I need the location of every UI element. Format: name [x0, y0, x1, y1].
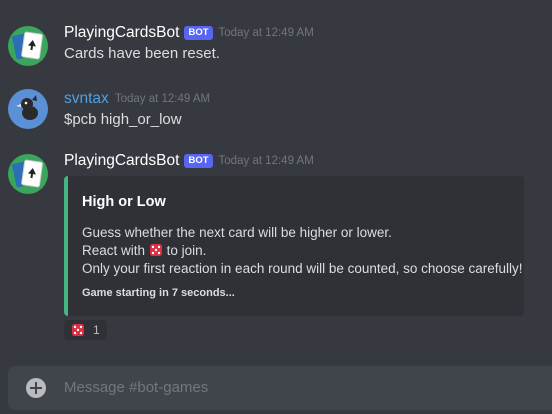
message-text: Cards have been reset. — [64, 45, 220, 62]
author-name[interactable]: svntax — [64, 90, 109, 107]
message-input[interactable]: Message #bot-games — [64, 379, 208, 396]
playing-cards-icon — [12, 159, 43, 188]
timestamp: Today at 12:49 AM — [218, 155, 314, 167]
bird-icon — [16, 95, 38, 120]
embed-line: React with to join. — [82, 243, 207, 258]
playing-cards-icon — [12, 31, 43, 60]
user-avatar[interactable] — [8, 89, 48, 129]
embed-title: High or Low — [82, 194, 166, 210]
reaction-button[interactable]: 1 — [64, 320, 107, 340]
embed-line: Guess whether the next card will be high… — [82, 225, 392, 240]
author-name[interactable]: PlayingCardsBot — [64, 152, 179, 169]
message-text: $pcb high_or_low — [64, 111, 182, 128]
timestamp: Today at 12:49 AM — [218, 27, 314, 39]
embed-line: Only your first reaction in each round w… — [82, 261, 523, 276]
game-embed: High or Low Guess whether the next card … — [64, 176, 524, 316]
bot-avatar[interactable] — [8, 26, 48, 66]
embed-footer: Game starting in 7 seconds... — [82, 287, 235, 299]
game-die-icon — [72, 324, 84, 336]
add-attachment-icon[interactable] — [26, 378, 46, 398]
bot-avatar[interactable] — [8, 154, 48, 194]
bot-badge: BOT — [184, 154, 213, 168]
reaction-count: 1 — [93, 323, 100, 337]
timestamp: Today at 12:49 AM — [114, 93, 211, 105]
message-composer[interactable]: Message #bot-games — [8, 366, 552, 410]
bot-badge: BOT — [184, 26, 213, 40]
game-die-icon — [149, 244, 162, 256]
author-name[interactable]: PlayingCardsBot — [64, 24, 179, 41]
embed-description: Guess whether the next card will be high… — [82, 224, 522, 278]
